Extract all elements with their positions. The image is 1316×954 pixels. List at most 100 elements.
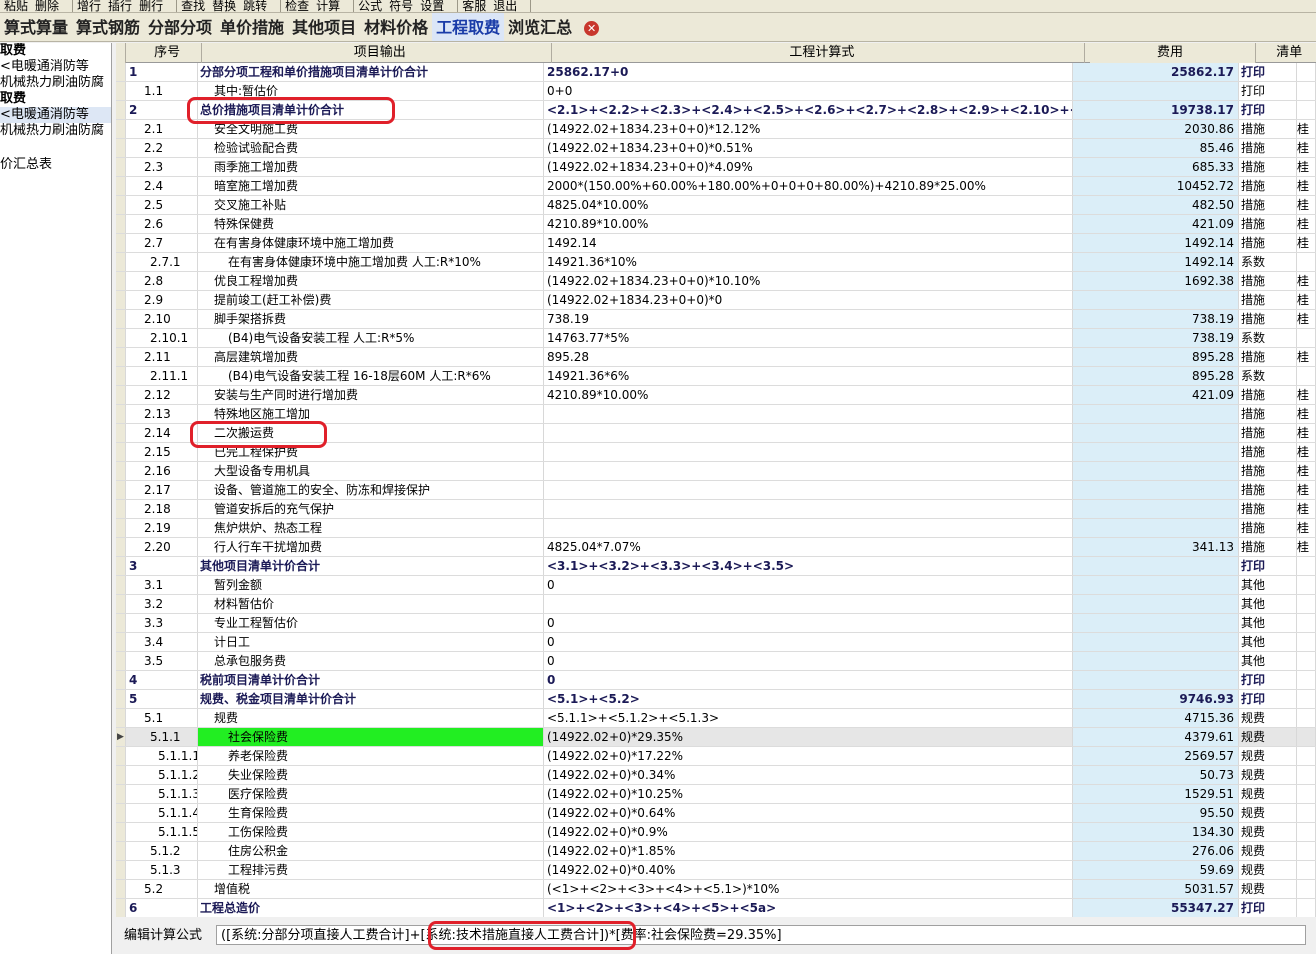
menu-item[interactable]: 客服 — [462, 0, 486, 12]
tab-2[interactable]: 算式钢筋 — [72, 13, 144, 41]
menu-item[interactable]: 查找 — [181, 0, 205, 12]
tree-item[interactable]: <电暖通消防等 — [0, 59, 111, 75]
row-list-type[interactable]: 规费 — [1239, 766, 1297, 784]
row-item-name[interactable]: 生育保险费 — [198, 804, 544, 822]
menu-item[interactable]: 增行 — [77, 0, 101, 12]
row-list-type[interactable]: 措施 — [1239, 519, 1297, 537]
row-formula[interactable]: <5.1>+<5.2> — [544, 690, 1073, 708]
table-row[interactable]: 5.1.1.4 生育保险费 (14922.02+0)*0.64% 95.50 规费 — [116, 804, 1316, 823]
row-list-type[interactable]: 措施 — [1239, 196, 1297, 214]
row-formula[interactable]: (14922.02+0)*17.22% — [544, 747, 1073, 765]
row-list-type[interactable]: 规费 — [1239, 785, 1297, 803]
row-formula[interactable] — [544, 481, 1073, 499]
row-formula[interactable]: (14922.02+0)*29.35% — [544, 728, 1073, 746]
row-item-name[interactable]: 工程排污费 — [198, 861, 544, 879]
row-list-type[interactable]: 其他 — [1239, 576, 1297, 594]
table-row[interactable]: 2.18 管道安拆后的充气保护 措施桂 — [116, 500, 1316, 519]
tab-6[interactable]: 材料价格 — [360, 13, 432, 41]
table-row[interactable]: 3.1 暂列金额 0 其他 — [116, 576, 1316, 595]
row-item-name[interactable]: 计日工 — [198, 633, 544, 651]
table-row[interactable]: 2.12 安装与生产同时进行增加费 4210.89*10.00% 421.09 措施桂 — [116, 386, 1316, 405]
row-formula[interactable]: 2000*(150.00%+60.00%+180.00%+0+0+0+80.00… — [544, 177, 1073, 195]
row-item-name[interactable]: 暗室施工增加费 — [198, 177, 544, 195]
row-list-type[interactable]: 规费 — [1239, 880, 1297, 898]
tree-item[interactable]: 取费 — [0, 91, 111, 107]
row-item-name[interactable]: 在有害身体健康环境中施工增加费 — [198, 234, 544, 252]
row-list-type[interactable]: 其他 — [1239, 614, 1297, 632]
row-list-type[interactable]: 措施 — [1239, 120, 1297, 138]
row-list-type[interactable]: 措施 — [1239, 158, 1297, 176]
tab-5[interactable]: 其他项目 — [288, 13, 360, 41]
row-item-name[interactable]: 规费 — [198, 709, 544, 727]
row-item-name[interactable]: 分部分项工程和单价措施项目清单计价合计 — [198, 63, 544, 81]
row-list-type[interactable]: 措施 — [1239, 538, 1297, 556]
table-row[interactable]: ▶ 5.1.1 社会保险费 (14922.02+0)*29.35% 4379.61 规费 — [116, 728, 1316, 747]
row-list-type[interactable]: 措施 — [1239, 291, 1297, 309]
row-item-name[interactable]: (B4)电气设备安装工程 16-18层60M 人工:R*6% — [198, 367, 544, 385]
row-formula[interactable]: (14922.02+0)*0.34% — [544, 766, 1073, 784]
menu-item[interactable]: 删除 — [35, 0, 59, 12]
tree-item[interactable]: 机械热力刷油防腐 — [0, 75, 111, 91]
table-row[interactable]: 3.5 总承包服务费 0 其他 — [116, 652, 1316, 671]
table-row[interactable]: 2.20 行人行车干扰增加费 4825.04*7.07% 341.13 措施桂 — [116, 538, 1316, 557]
row-list-type[interactable]: 措施 — [1239, 234, 1297, 252]
table-row[interactable]: 5 规费、税金项目清单计价合计 <5.1>+<5.2> 9746.93 打印 — [116, 690, 1316, 709]
menu-item[interactable]: 删行 — [139, 0, 163, 12]
row-item-name[interactable]: 交叉施工补贴 — [198, 196, 544, 214]
row-list-type[interactable]: 打印 — [1239, 63, 1297, 81]
header-seq[interactable]: 序号 — [130, 43, 203, 63]
row-formula[interactable]: (14922.02+0)*10.25% — [544, 785, 1073, 803]
row-list-type[interactable]: 其他 — [1239, 595, 1297, 613]
row-formula[interactable]: <2.1>+<2.2>+<2.3>+<2.4>+<2.5>+<2.6>+<2.7… — [544, 101, 1073, 119]
row-list-type[interactable]: 规费 — [1239, 709, 1297, 727]
row-list-type[interactable]: 措施 — [1239, 348, 1297, 366]
tree-item[interactable]: 价汇总表 — [0, 157, 111, 173]
table-row[interactable]: 5.1.2 住房公积金 (14922.02+0)*1.85% 276.06 规费 — [116, 842, 1316, 861]
table-row[interactable]: 3.3 专业工程暂估价 0 其他 — [116, 614, 1316, 633]
row-list-type[interactable]: 规费 — [1239, 861, 1297, 879]
row-item-name[interactable]: 高层建筑增加费 — [198, 348, 544, 366]
tab-3[interactable]: 分部分项 — [144, 13, 216, 41]
table-row[interactable]: 5.1 规费 <5.1.1>+<5.1.2>+<5.1.3> 4715.36 规费 — [116, 709, 1316, 728]
row-item-name[interactable]: 特殊保健费 — [198, 215, 544, 233]
row-formula[interactable]: 4210.89*10.00% — [544, 386, 1073, 404]
row-formula[interactable]: (14922.02+1834.23+0+0)*10.10% — [544, 272, 1073, 290]
row-item-name[interactable]: 焦炉烘炉、热态工程 — [198, 519, 544, 537]
row-formula[interactable] — [544, 595, 1073, 613]
row-formula[interactable]: 0 — [544, 576, 1073, 594]
row-item-name[interactable]: 住房公积金 — [198, 842, 544, 860]
table-row[interactable]: 2.9 提前竣工(赶工补偿)费 (14922.02+1834.23+0+0)*0 措施… — [116, 291, 1316, 310]
row-formula[interactable]: <5.1.1>+<5.1.2>+<5.1.3> — [544, 709, 1073, 727]
table-row[interactable]: 5.1.1.3 医疗保险费 (14922.02+0)*10.25% 1529.51 规费 — [116, 785, 1316, 804]
row-list-type[interactable]: 规费 — [1239, 842, 1297, 860]
tree-item[interactable]: 取费 — [0, 43, 111, 59]
row-list-type[interactable]: 规费 — [1239, 747, 1297, 765]
row-formula[interactable]: (14922.02+1834.23+0+0)*0.51% — [544, 139, 1073, 157]
table-row[interactable]: 2.8 优良工程增加费 (14922.02+1834.23+0+0)*10.10% 1… — [116, 272, 1316, 291]
row-list-type[interactable]: 系数 — [1239, 253, 1297, 271]
header-list[interactable]: 清单 — [1260, 43, 1316, 63]
row-formula[interactable]: 0 — [544, 652, 1073, 670]
row-list-type[interactable]: 措施 — [1239, 139, 1297, 157]
row-item-name[interactable]: 规费、税金项目清单计价合计 — [198, 690, 544, 708]
row-formula[interactable] — [544, 424, 1073, 442]
table-row[interactable]: 2.17 设备、管道施工的安全、防冻和焊接保护 措施桂 — [116, 481, 1316, 500]
row-formula[interactable]: 14763.77*5% — [544, 329, 1073, 347]
tab-8[interactable]: 浏览汇总 — [504, 13, 576, 41]
table-row[interactable]: 5.1.1.1 养老保险费 (14922.02+0)*17.22% 2569.57 规费 — [116, 747, 1316, 766]
row-item-name[interactable]: 专业工程暂估价 — [198, 614, 544, 632]
table-row[interactable]: 3.4 计日工 0 其他 — [116, 633, 1316, 652]
row-formula[interactable] — [544, 519, 1073, 537]
row-formula[interactable]: (14922.02+1834.23+0+0)*12.12% — [544, 120, 1073, 138]
row-item-name[interactable]: 行人行车干扰增加费 — [198, 538, 544, 556]
row-list-type[interactable]: 措施 — [1239, 424, 1297, 442]
header-item-output[interactable]: 项目输出 — [206, 43, 553, 63]
row-formula[interactable]: 738.19 — [544, 310, 1073, 328]
tab-4[interactable]: 单价措施 — [216, 13, 288, 41]
table-row[interactable]: 2.7.1 在有害身体健康环境中施工增加费 人工:R*10% 14921.36*10… — [116, 253, 1316, 272]
row-list-type[interactable]: 规费 — [1239, 728, 1297, 746]
row-list-type[interactable]: 打印 — [1239, 101, 1297, 119]
table-row[interactable]: 2.4 暗室施工增加费 2000*(150.00%+60.00%+180.00%+0… — [116, 177, 1316, 196]
table-row[interactable]: 3 其他项目清单计价合计 <3.1>+<3.2>+<3.3>+<3.4>+<3.5>… — [116, 557, 1316, 576]
row-list-type[interactable]: 其他 — [1239, 652, 1297, 670]
